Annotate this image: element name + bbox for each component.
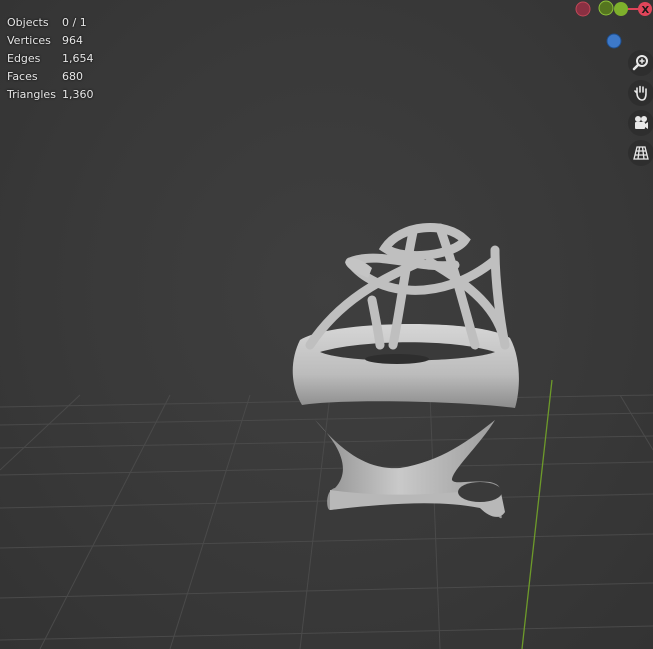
stat-row-faces: Faces 680 (7, 68, 94, 86)
stat-row-edges: Edges 1,654 (7, 50, 94, 68)
y-axis-handle[interactable] (614, 2, 628, 16)
pan-button[interactable] (628, 80, 653, 106)
navigation-gizmo[interactable]: X (570, 0, 653, 55)
z-axis-handle[interactable] (606, 33, 622, 49)
3d-viewport[interactable]: Objects 0 / 1 Vertices 964 Edges 1,654 F… (0, 0, 653, 649)
stat-value: 1,360 (62, 88, 94, 101)
x-axis-label: X (642, 5, 650, 16)
camera-view-button[interactable] (628, 110, 653, 136)
stat-value: 964 (62, 34, 83, 47)
perspective-grid-icon (633, 146, 649, 160)
perspective-toggle-button[interactable] (628, 140, 653, 166)
hand-pan-icon (634, 85, 647, 101)
mesh-object (292, 223, 519, 519)
stat-row-triangles: Triangles 1,360 (7, 86, 94, 104)
camera-icon (635, 116, 648, 129)
stat-label: Edges (7, 52, 41, 65)
stat-value: 0 / 1 (62, 16, 87, 29)
stat-value: 680 (62, 70, 83, 83)
floor-grid (0, 394, 653, 649)
viewport-scene (0, 223, 653, 649)
stat-row-vertices: Vertices 964 (7, 32, 94, 50)
scene-statistics: Objects 0 / 1 Vertices 964 Edges 1,654 F… (7, 14, 94, 104)
stat-label: Faces (7, 70, 38, 83)
stat-label: Vertices (7, 34, 51, 47)
y-axis-line (521, 379, 553, 649)
stat-value: 1,654 (62, 52, 94, 65)
stat-row-objects: Objects 0 / 1 (7, 14, 94, 32)
neg-y-axis-handle[interactable] (598, 0, 614, 16)
zoom-icon (632, 55, 648, 71)
neg-x-axis-handle[interactable] (575, 1, 591, 17)
zoom-button[interactable] (628, 50, 653, 76)
stat-label: Objects (7, 16, 49, 29)
stat-label: Triangles (7, 88, 56, 101)
